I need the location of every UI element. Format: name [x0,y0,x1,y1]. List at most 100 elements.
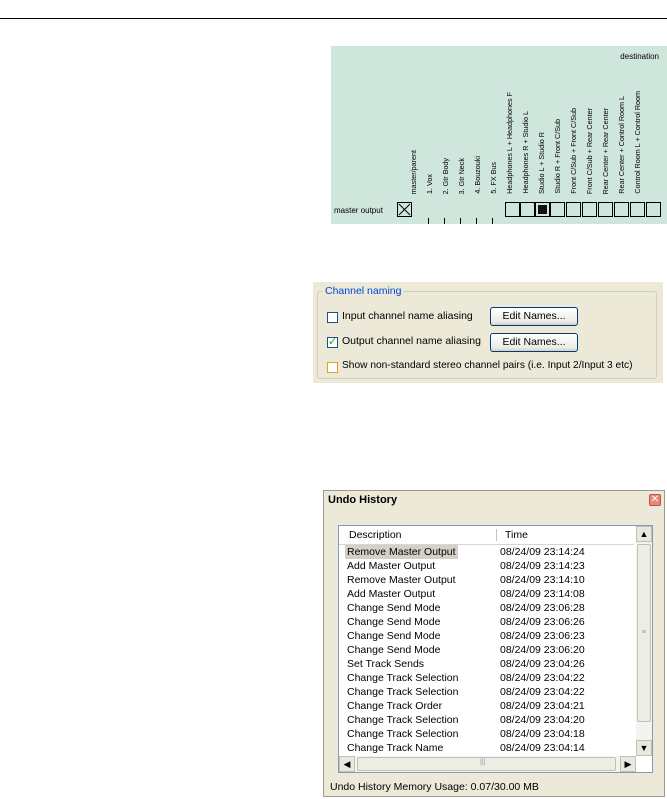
vertical-scrollbar[interactable]: ▲ ≡ ▼ [636,526,652,756]
cross-icon [398,203,411,216]
scroll-left-button[interactable]: ◀ [339,756,355,772]
row-time: 08/24/09 23:04:20 [500,714,585,726]
row-description: Change Send Mode [347,630,441,642]
destination-label: destination [620,52,659,61]
list-item[interactable]: Set Track Sends 08/24/09 23:04:26 [339,657,634,671]
row-description: Change Track Selection [347,672,459,684]
column-header-time[interactable]: Time [505,529,528,541]
list-item[interactable]: Add Master Output 08/24/09 23:14:23 [339,559,634,573]
matrix-cell[interactable] [582,202,597,217]
vertical-scroll-thumb[interactable]: ≡ [637,544,651,722]
matrix-cell[interactable] [550,202,565,217]
scroll-up-button[interactable]: ▲ [636,526,652,542]
matrix-cell[interactable] [598,202,613,217]
matrix-divider [492,218,493,224]
matrix-divider [460,218,461,224]
column-label: 5. FX Bus [489,162,498,194]
matrix-divider [444,218,445,224]
active-indicator [538,205,547,214]
input-aliasing-checkbox[interactable] [327,312,338,323]
list-header: Description Time [339,526,634,545]
list-item[interactable]: Remove Master Output 08/24/09 23:14:10 [339,573,634,587]
column-label: 4. Bouzouki [473,156,482,194]
close-button[interactable]: ✕ [649,494,661,506]
row-time: 08/24/09 23:04:18 [500,728,585,740]
matrix-cell[interactable] [520,202,535,217]
row-time: 08/24/09 23:06:26 [500,616,585,628]
column-header-description[interactable]: Description [349,529,402,541]
list-item[interactable]: Change Track Selection 08/24/09 23:04:18 [339,727,634,741]
column-label: Headphones L + Headphones F [505,92,514,194]
matrix-cell-active[interactable] [535,202,550,217]
row-label-master-output: master output [334,206,383,215]
channel-naming-legend: Channel naming [323,285,404,297]
row-description: Add Master Output [347,588,436,600]
list-item[interactable]: Change Send Mode 08/24/09 23:06:23 [339,629,634,643]
list-item[interactable]: Change Track Name 08/24/09 23:04:14 [339,741,634,755]
matrix-cell[interactable] [614,202,629,217]
output-aliasing-checkbox[interactable] [327,335,338,348]
row-description: Set Track Sends [347,658,425,670]
input-edit-names-button[interactable]: Edit Names... [490,307,578,326]
horizontal-scrollbar[interactable]: ◀ ||| ▶ [339,756,636,772]
undo-list[interactable]: Description Time Remove Master Output 08/… [338,525,653,773]
list-item[interactable]: Remove Master Output 08/24/09 23:14:24 [339,545,634,559]
column-label: Headphones R + Studio L [521,111,530,194]
column-separator[interactable] [496,529,497,541]
column-label: 3. Gtr Neck [457,157,466,194]
nonstandard-pairs-label: Show non-standard stereo channel pairs (… [342,360,633,371]
column-label: 1. Vox [425,174,434,194]
row-time: 08/24/09 23:06:28 [500,602,585,614]
column-label: Studio L + Studio R [537,132,546,194]
grip-icon: ≡ [642,629,647,636]
list-item[interactable]: Change Track Selection 08/24/09 23:04:22 [339,671,634,685]
grip-icon: ||| [480,759,486,766]
row-time: 08/24/09 23:04:22 [500,686,585,698]
row-time: 08/24/09 23:14:08 [500,588,585,600]
undo-title: Undo History [328,494,398,506]
column-label: master/parent [409,149,418,194]
nonstandard-pairs-checkbox[interactable] [327,362,338,373]
horizontal-scroll-thumb[interactable]: ||| [357,757,616,771]
row-description: Change Track Selection [347,714,459,726]
chevron-left-icon: ◀ [343,759,351,769]
output-edit-names-button[interactable]: Edit Names... [490,333,578,352]
row-time: 08/24/09 23:14:23 [500,560,585,572]
list-item[interactable]: Change Send Mode 08/24/09 23:06:28 [339,601,634,615]
list-item[interactable]: Change Send Mode 08/24/09 23:06:20 [339,643,634,657]
list-item[interactable]: Change Track Selection 08/24/09 23:04:22 [339,685,634,699]
row-description: Change Track Selection [347,686,459,698]
row-description: Add Master Output [347,560,436,572]
output-aliasing-label: Output channel name aliasing [342,335,481,347]
matrix-cell[interactable] [646,202,661,217]
row-description: Change Send Mode [347,602,441,614]
row-description: Change Send Mode [347,616,441,628]
scroll-down-button[interactable]: ▼ [636,740,652,756]
column-label: Rear Center + Rear Center [601,107,610,195]
column-label: Studio R + Front C/Sub [553,119,562,194]
row-time: 08/24/09 23:04:21 [500,700,585,712]
column-label: Front C/Sub + Front C/Sub [569,108,578,194]
row-description: Change Track Selection [347,728,459,740]
list-item[interactable]: Change Send Mode 08/24/09 23:06:26 [339,615,634,629]
chevron-up-icon: ▲ [639,529,649,539]
matrix-cell[interactable] [505,202,520,217]
column-label: Rear Center + Control Room L [617,96,626,194]
row-description: Change Send Mode [347,644,441,656]
scroll-right-button[interactable]: ▶ [620,756,636,772]
row-description: Remove Master Output [347,574,456,586]
matrix-cell-master-parent[interactable] [397,202,412,217]
list-rows: Remove Master Output 08/24/09 23:14:24 Ad… [339,545,634,755]
matrix-divider [428,218,429,224]
list-item[interactable]: Add Master Output 08/24/09 23:14:08 [339,587,634,601]
undo-history-window: Undo History ✕ Description Time Remove M… [323,490,665,797]
row-time: 08/24/09 23:14:24 [500,546,585,558]
matrix-cell[interactable] [630,202,645,217]
matrix-cell[interactable] [566,202,581,217]
list-item[interactable]: Change Track Selection 08/24/09 23:04:20 [339,713,634,727]
chevron-down-icon: ▼ [639,743,649,753]
input-aliasing-label: Input channel name aliasing [342,310,473,322]
row-description: Remove Master Output [345,545,458,559]
undo-titlebar[interactable]: Undo History ✕ [324,491,664,509]
list-item[interactable]: Change Track Order 08/24/09 23:04:21 [339,699,634,713]
